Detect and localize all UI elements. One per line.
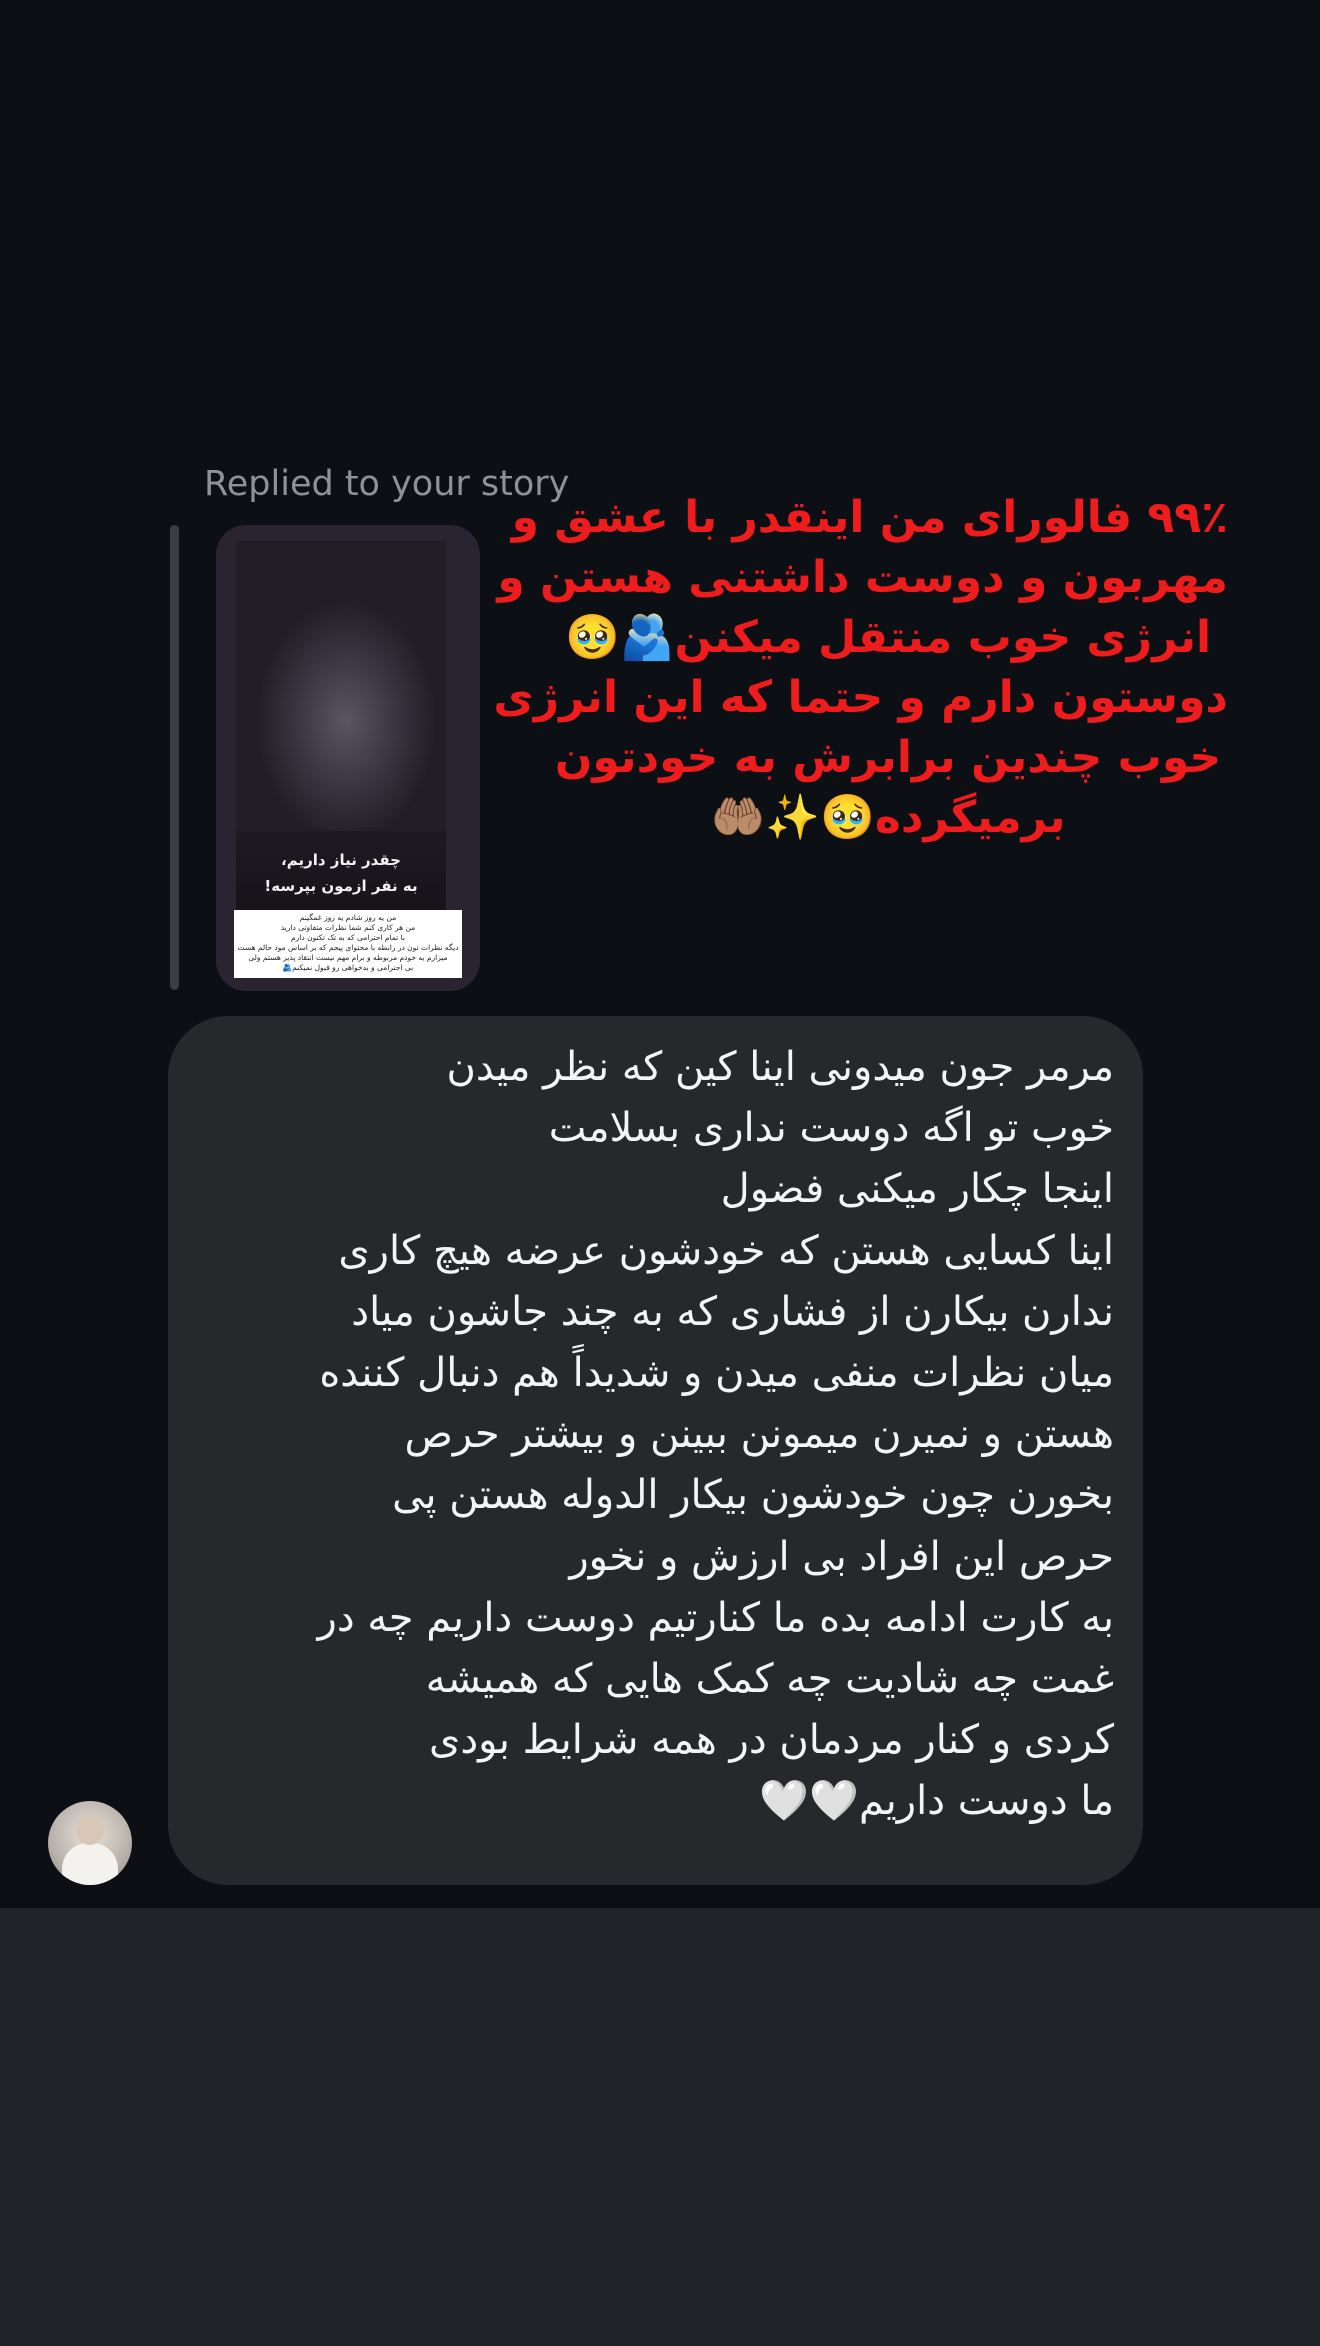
story-note-line: من یه روز شادم یه روز غمگینم xyxy=(299,913,397,922)
message-line: ما دوست داریم🤍🤍 xyxy=(759,1778,1114,1825)
message-line: اینا کسایی هستن که خودشون عرضه هیچ کاری xyxy=(338,1227,1114,1274)
message-line: به کارت ادامه بده ما کنارتیم دوست داریم … xyxy=(317,1594,1114,1641)
message-line: حرص این افراد بی ارزش و نخور xyxy=(569,1533,1114,1580)
sender-avatar[interactable] xyxy=(48,1801,132,1885)
story-reply-text: ۹۹٪ فالورای من اینقدر با عشق و مهربون و … xyxy=(493,488,1228,848)
message-line: کردی و کنار مردمان در همه شرایط بودی xyxy=(429,1717,1114,1764)
avatar-figure-body xyxy=(62,1843,118,1885)
message-line: هستن و نمیرن میمونن ببینن و بیشتر حرص xyxy=(404,1411,1114,1458)
message-line: ندارن بیکارن از فشاری که به چند جاشون می… xyxy=(351,1288,1114,1335)
story-reply-line: ۹۹٪ فالورای من اینقدر با عشق و xyxy=(511,492,1228,543)
message-line: مرمر جون میدونی اینا کین که نظر میدن xyxy=(446,1044,1114,1090)
message-bubble[interactable]: مرمر جون میدونی اینا کین که نظر میدن خوب… xyxy=(168,1016,1143,1885)
story-caption: چقدر نیاز داریم، به نفر ازمون بپرسه! xyxy=(236,847,446,899)
story-note-line: بی احترامی و بدخواهی رو قبول نمیکنم🫂 xyxy=(282,963,414,972)
story-note-line: با تمام احترامی که به تک تکتون دارم xyxy=(291,933,405,942)
story-reply-line: مهربون و دوست داشتنی هستن و xyxy=(497,552,1228,603)
reply-indicator-bar xyxy=(170,525,179,990)
message-line: اینجا چکار میکنی فضول xyxy=(720,1166,1114,1213)
story-caption-line: چقدر نیاز داریم، xyxy=(281,851,401,869)
message-line: غمت چه شادیت چه کمک هایی که همیشه xyxy=(425,1656,1114,1703)
message-line: میان نظرات منفی میدن و شدیداً هم دنبال ک… xyxy=(319,1350,1114,1397)
message-line: خوب تو اگه دوست نداری بسلامت xyxy=(548,1105,1114,1152)
story-reply-line: خوب چندین برابرش به خودتون xyxy=(554,732,1222,783)
story-thumbnail[interactable]: چقدر نیاز داریم، به نفر ازمون بپرسه! من … xyxy=(216,525,480,991)
story-reply-line: انرژی خوب منتقل میکنن🫂🥹 xyxy=(564,612,1212,663)
story-note-line: من هر کاری کنم شما نظرات متفاوتی دارید xyxy=(280,923,416,932)
header-empty-area xyxy=(0,0,1320,440)
story-reply-line: برمیگرده🥹✨🤲🏽 xyxy=(710,792,1066,843)
story-caption-line: به نفر ازمون بپرسه! xyxy=(264,877,418,895)
bottom-panel xyxy=(0,1908,1320,2346)
message-text: مرمر جون میدونی اینا کین که نظر میدن خوب… xyxy=(204,1037,1114,1833)
avatar-figure-head xyxy=(76,1815,104,1845)
message-line: بخورن چون خودشون بیکار الدوله هستن پی xyxy=(392,1472,1114,1519)
story-note-line: دیگه نظرات تون در رابطه با محتوای پیجم ک… xyxy=(237,943,459,952)
story-reply-line: دوستون دارم و حتما که این انرژی xyxy=(493,672,1228,723)
story-note-box: من یه روز شادم یه روز غمگینم من هر کاری … xyxy=(234,910,462,978)
story-note-line: میزارم یه خودم مربوطه و برام مهم نیست ان… xyxy=(248,953,448,962)
